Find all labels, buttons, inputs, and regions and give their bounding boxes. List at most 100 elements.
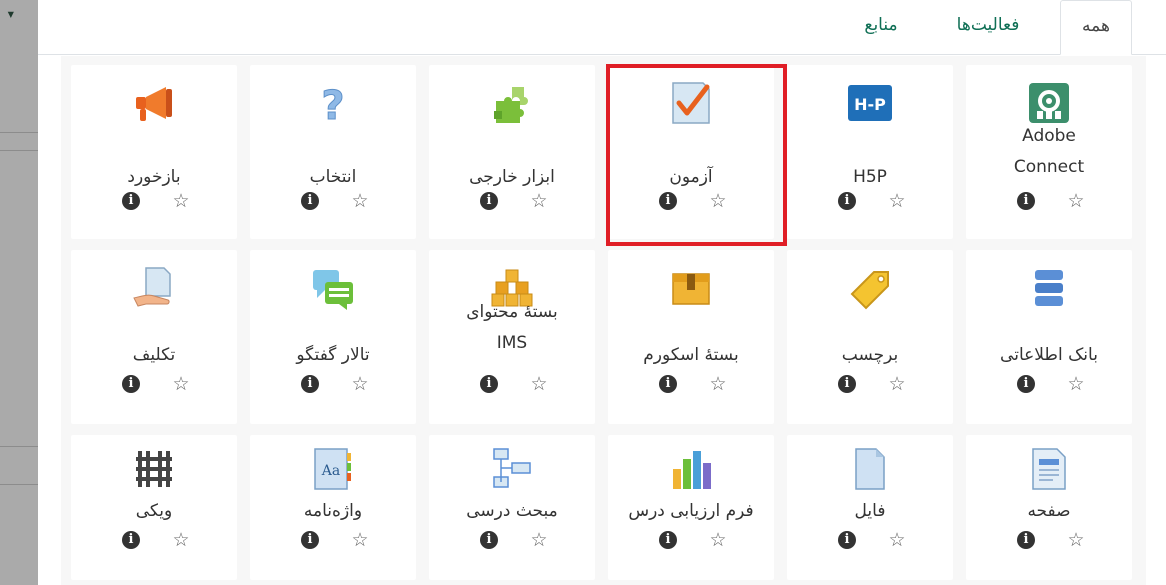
activity-chooser: همه فعالیت‌ها منابع Adobe Connect i ☆ H-P H5… (38, 0, 1166, 585)
module-tile[interactable]: ویکی i ☆ (71, 435, 237, 580)
module-name: فایل (854, 501, 886, 521)
module-name: برچسب (841, 345, 899, 365)
star-icon[interactable]: ☆ (1066, 529, 1086, 551)
puzzle-icon (488, 79, 536, 127)
module-tile[interactable]: بانک اطلاعاتی i ☆ (966, 250, 1132, 424)
info-icon[interactable]: i (1017, 531, 1035, 549)
adobe-connect-icon (1025, 79, 1073, 127)
info-icon[interactable]: i (838, 531, 856, 549)
star-icon[interactable]: ☆ (887, 373, 907, 395)
star-icon[interactable]: ☆ (529, 529, 549, 551)
info-icon[interactable]: i (301, 192, 319, 210)
module-tile[interactable]: بازخورد i ☆ (71, 65, 237, 239)
module-name: بازخورد (127, 167, 181, 187)
module-name: بستهٔ محتوای IMS (466, 302, 558, 353)
star-icon[interactable]: ☆ (887, 529, 907, 551)
module-tile[interactable]: بستهٔ اسکورم i ☆ (608, 250, 774, 424)
highlight-box (606, 64, 787, 246)
star-icon[interactable]: ☆ (708, 529, 728, 551)
assignment-icon (130, 264, 178, 312)
module-name: مبحث درسی (466, 501, 558, 521)
module-tile[interactable]: فایل i ☆ (787, 435, 953, 580)
info-icon[interactable]: i (1017, 375, 1035, 393)
megaphone-icon (130, 79, 178, 127)
tab-resources[interactable]: منابع (846, 0, 916, 53)
background-page-strip: ▾ (0, 0, 38, 585)
divider (0, 150, 38, 151)
package-icon (667, 264, 715, 312)
module-tile[interactable]: تکلیف i ☆ (71, 250, 237, 424)
info-icon[interactable]: i (838, 375, 856, 393)
star-icon[interactable]: ☆ (350, 190, 370, 212)
tab-all[interactable]: همه (1060, 0, 1132, 55)
collapse-icon: ▾ (6, 4, 16, 23)
star-icon[interactable]: ☆ (708, 373, 728, 395)
star-icon[interactable]: ☆ (1066, 373, 1086, 395)
module-grid: Adobe Connect i ☆ H-P H5P i ☆ آزمون i ☆ ابزار خارج… (61, 56, 1146, 585)
module-name: Adobe Connect (1013, 126, 1085, 177)
info-icon[interactable]: i (301, 531, 319, 549)
info-icon[interactable]: i (480, 375, 498, 393)
info-icon[interactable]: i (122, 192, 140, 210)
svg-text:Aa: Aa (321, 463, 340, 479)
module-name: فرم ارزیابی درس (628, 501, 754, 521)
tab-activities[interactable]: فعالیت‌ها (938, 0, 1038, 53)
info-icon[interactable]: i (122, 531, 140, 549)
file-icon (846, 445, 894, 493)
info-icon[interactable]: i (659, 375, 677, 393)
database-icon (1025, 264, 1073, 312)
module-name: تکلیف (132, 345, 176, 365)
svg-text:?: ? (321, 83, 344, 127)
info-icon[interactable]: i (659, 531, 677, 549)
lesson-icon (488, 445, 536, 493)
module-tile[interactable]: ابزار خارجی i ☆ (429, 65, 595, 239)
module-tile[interactable]: مبحث درسی i ☆ (429, 435, 595, 580)
divider (0, 132, 38, 133)
module-name: صفحه (1027, 501, 1071, 521)
info-icon[interactable]: i (122, 375, 140, 393)
divider (0, 446, 38, 447)
tab-bar: همه فعالیت‌ها منابع (38, 0, 1166, 55)
module-name: H5P (853, 167, 887, 187)
module-name: ویکی (135, 501, 173, 521)
info-icon[interactable]: i (480, 531, 498, 549)
bar-chart-icon (667, 445, 715, 493)
star-icon[interactable]: ☆ (171, 529, 191, 551)
info-icon[interactable]: i (301, 375, 319, 393)
module-name: ابزار خارجی (469, 167, 555, 187)
module-name: بانک اطلاعاتی (1000, 345, 1098, 365)
wiki-icon (130, 445, 178, 493)
module-tile[interactable]: برچسب i ☆ (787, 250, 953, 424)
module-tile[interactable]: Aa واژه‌نامه i ☆ (250, 435, 416, 580)
page-icon (1025, 445, 1073, 493)
module-name: انتخاب (309, 167, 357, 187)
module-name: بستهٔ اسکورم (643, 345, 739, 365)
star-icon[interactable]: ☆ (887, 190, 907, 212)
module-tile[interactable]: تالار گفتگو i ☆ (250, 250, 416, 424)
module-tile[interactable]: H-P H5P i ☆ (787, 65, 953, 239)
module-tile[interactable]: Adobe Connect i ☆ (966, 65, 1132, 239)
star-icon[interactable]: ☆ (1066, 190, 1086, 212)
module-tile[interactable]: صفحه i ☆ (966, 435, 1132, 580)
star-icon[interactable]: ☆ (350, 529, 370, 551)
star-icon[interactable]: ☆ (529, 373, 549, 395)
divider (0, 484, 38, 485)
module-name: تالار گفتگو (296, 345, 370, 365)
star-icon[interactable]: ☆ (171, 373, 191, 395)
module-tile[interactable]: بستهٔ محتوای IMS i ☆ (429, 250, 595, 424)
module-tile[interactable]: ? انتخاب i ☆ (250, 65, 416, 239)
question-icon: ? (309, 79, 357, 128)
module-tile[interactable]: فرم ارزیابی درس i ☆ (608, 435, 774, 580)
info-icon[interactable]: i (480, 192, 498, 210)
glossary-icon: Aa (309, 445, 357, 493)
h5p-icon: H-P (846, 79, 894, 127)
svg-text:H-P: H-P (854, 95, 886, 114)
tag-icon (846, 264, 894, 312)
star-icon[interactable]: ☆ (529, 190, 549, 212)
info-icon[interactable]: i (1017, 192, 1035, 210)
info-icon[interactable]: i (838, 192, 856, 210)
forum-icon (309, 264, 357, 312)
star-icon[interactable]: ☆ (171, 190, 191, 212)
star-icon[interactable]: ☆ (350, 373, 370, 395)
module-name: واژه‌نامه (303, 501, 363, 521)
